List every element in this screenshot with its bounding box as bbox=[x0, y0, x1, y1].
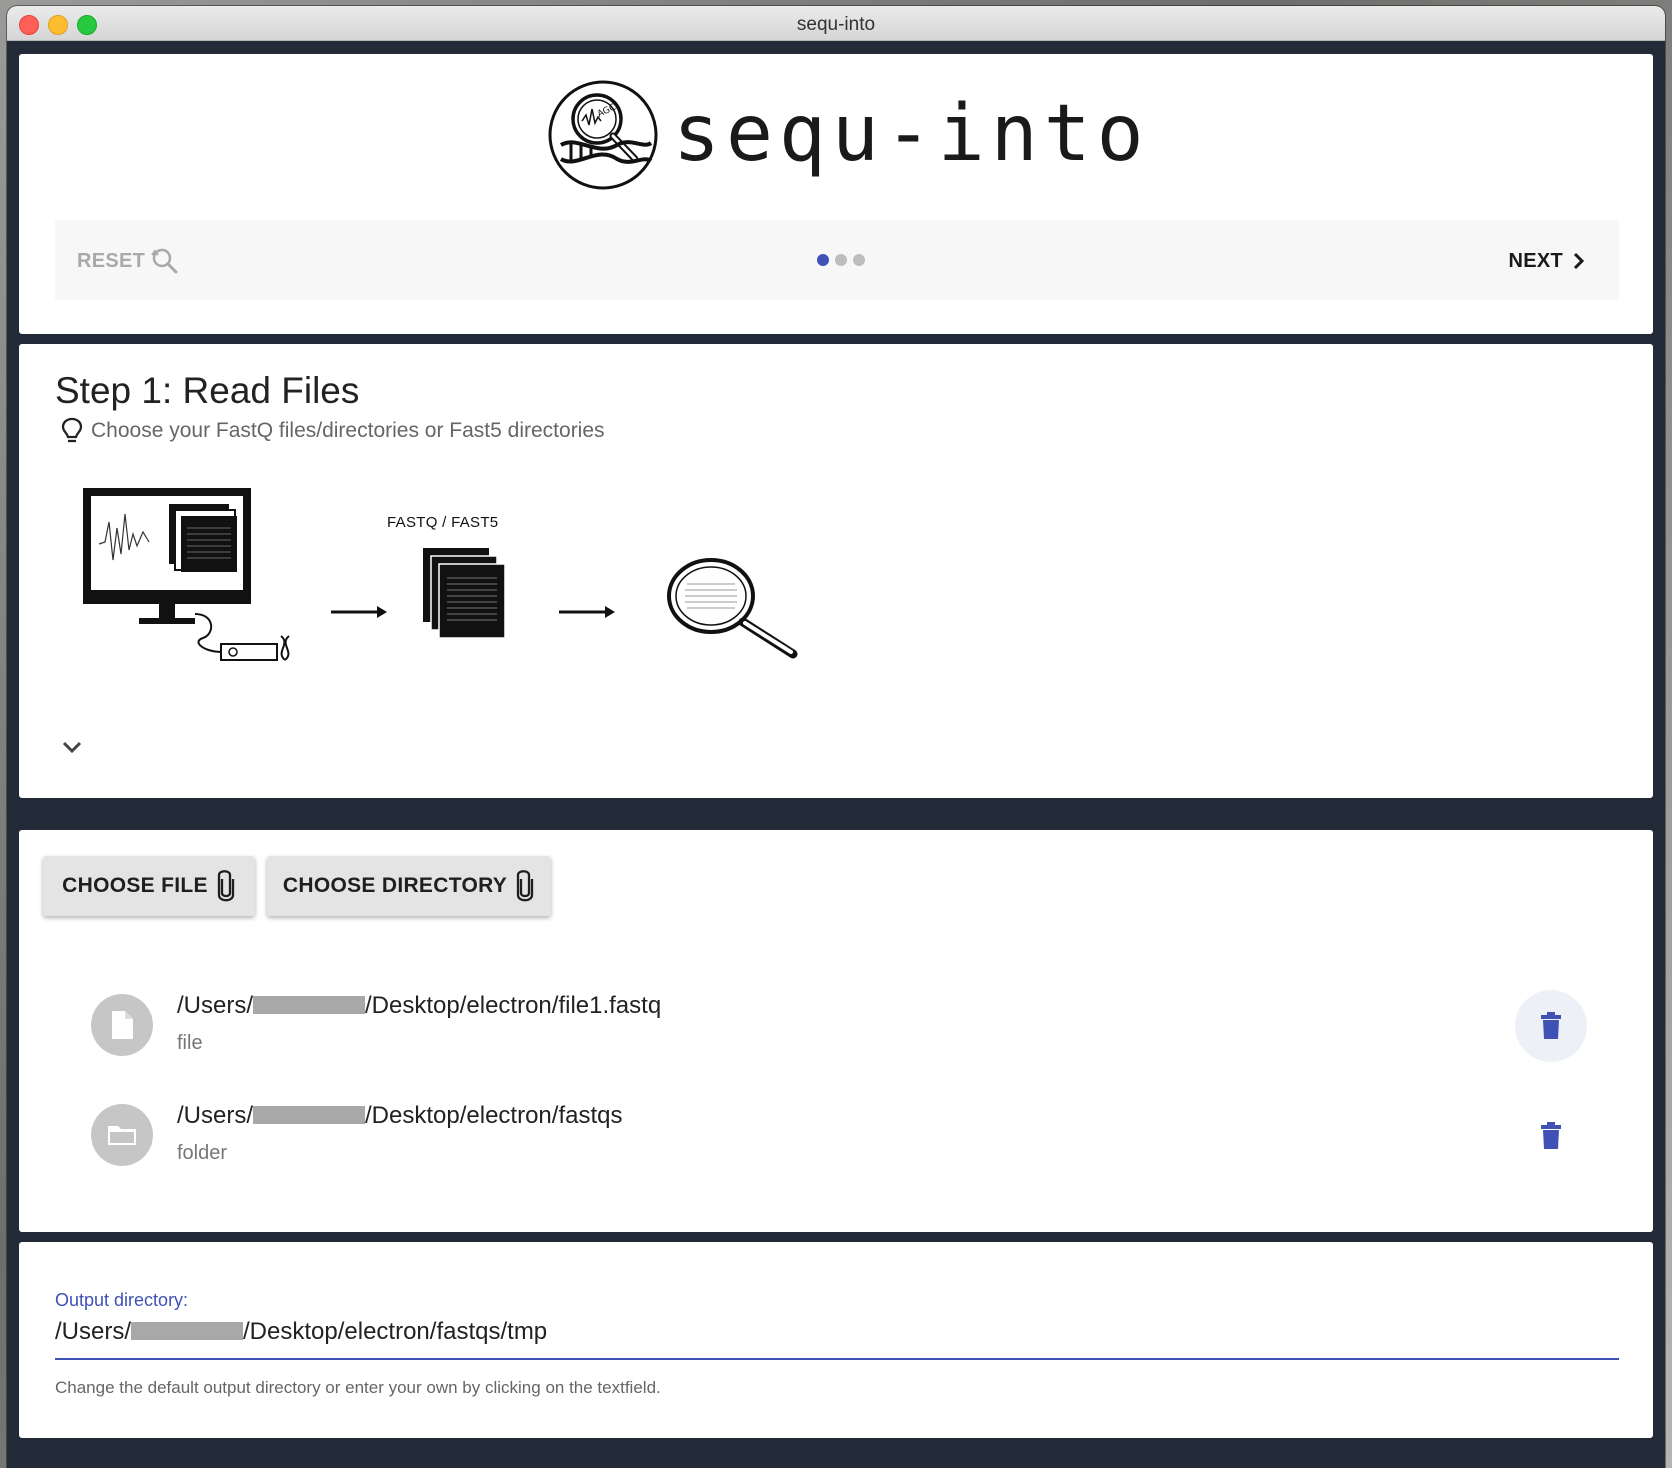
step-dot-3 bbox=[853, 254, 865, 266]
stepper-bar: RESET NEXT bbox=[55, 220, 1619, 300]
title-bar: sequ-into bbox=[7, 6, 1665, 41]
trash-icon bbox=[1541, 1012, 1561, 1039]
app-logo: AGC sequ-into bbox=[547, 79, 1147, 199]
step-dot-1 bbox=[817, 254, 829, 266]
output-path-suffix: /Desktop/electron/fastqs/tmp bbox=[243, 1318, 548, 1345]
choose-file-button[interactable]: CHOOSE FILE bbox=[43, 856, 255, 916]
file-list-item: /Users/ /Desktop/electron/file1.fastq fil… bbox=[19, 980, 1653, 1070]
delete-folder-button[interactable] bbox=[1515, 1100, 1587, 1172]
next-button[interactable]: NEXT bbox=[1508, 246, 1587, 276]
step-dot-2 bbox=[835, 254, 847, 266]
file-icon bbox=[91, 994, 153, 1056]
lightbulb-icon bbox=[61, 417, 83, 443]
paperclip-icon bbox=[217, 870, 234, 902]
step-hint: Choose your FastQ files/directories or F… bbox=[59, 416, 605, 446]
output-directory-label: Output directory: bbox=[55, 1290, 189, 1310]
step-indicator bbox=[817, 254, 865, 266]
file-path: /Users/ /Desktop/electron/file1.fastq bbox=[177, 992, 661, 1020]
file-path-prefix: /Users/ bbox=[177, 992, 254, 1019]
output-helper-text: Change the default output directory or e… bbox=[55, 1378, 661, 1397]
logo-magnifier-dna-icon: AGC bbox=[548, 80, 658, 190]
redacted-username bbox=[253, 1105, 366, 1124]
trash-icon bbox=[1541, 1122, 1561, 1149]
output-card: Output directory: /Users/ /Desktop/electr… bbox=[19, 1242, 1653, 1438]
file-path-suffix: /Desktop/electron/fastqs bbox=[365, 1102, 623, 1129]
step-card: Step 1: Read Files Choose your FastQ fil… bbox=[19, 344, 1653, 798]
step-hint-text: Choose your FastQ files/directories or F… bbox=[91, 419, 605, 442]
reset-label: RESET bbox=[77, 249, 146, 272]
chevron-down-icon bbox=[62, 741, 82, 754]
file-type-label: file bbox=[177, 1032, 203, 1054]
file-path: /Users/ /Desktop/electron/fastqs bbox=[177, 1102, 622, 1130]
file-path-suffix: /Desktop/electron/file1.fastq bbox=[365, 992, 662, 1019]
output-path-prefix: /Users/ bbox=[55, 1318, 132, 1345]
choose-directory-label: CHOOSE DIRECTORY bbox=[282, 874, 508, 897]
app-window: sequ-into AGC sequ-into RESET NEXT Step … bbox=[7, 6, 1665, 1468]
delete-file-button[interactable] bbox=[1515, 990, 1587, 1062]
reset-search-icon bbox=[151, 248, 178, 274]
window-title: sequ-into bbox=[796, 14, 876, 35]
header-card: AGC sequ-into RESET NEXT bbox=[19, 54, 1653, 334]
file-list-item: /Users/ /Desktop/electron/fastqs folder bbox=[19, 1090, 1653, 1180]
file-type-label: folder bbox=[177, 1142, 228, 1164]
step-title: Step 1: Read Files bbox=[55, 370, 360, 411]
reset-button[interactable]: RESET bbox=[77, 246, 179, 276]
folder-icon bbox=[91, 1104, 153, 1166]
next-label: NEXT bbox=[1508, 249, 1563, 272]
illustration-label: FASTQ / FAST5 bbox=[387, 514, 499, 531]
file-path-prefix: /Users/ bbox=[177, 1102, 254, 1129]
choose-directory-button[interactable]: CHOOSE DIRECTORY bbox=[267, 856, 551, 916]
files-card: CHOOSE FILE CHOOSE DIRECTORY /Users/ /Des… bbox=[19, 830, 1653, 1232]
redacted-username bbox=[131, 1321, 244, 1340]
paperclip-icon bbox=[516, 870, 534, 902]
logo-text: sequ-into bbox=[673, 89, 1150, 179]
chevron-right-icon bbox=[1573, 252, 1585, 270]
choose-file-label: CHOOSE FILE bbox=[62, 874, 208, 897]
output-directory-field[interactable]: /Users/ /Desktop/electron/fastqs/tmp bbox=[55, 1318, 1619, 1360]
expand-toggle[interactable] bbox=[61, 740, 83, 759]
redacted-username bbox=[253, 995, 366, 1014]
